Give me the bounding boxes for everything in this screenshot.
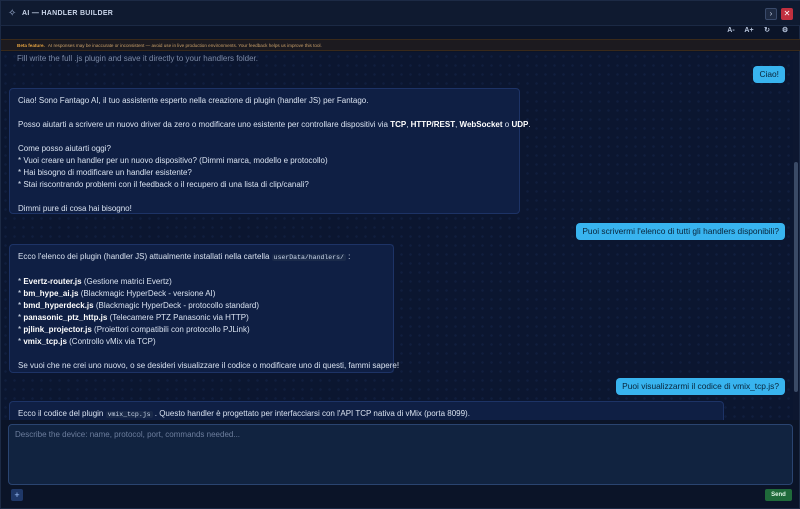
close-button[interactable]: ✕ (781, 8, 793, 20)
settings-icon[interactable]: ⚙ (779, 24, 791, 36)
collapse-button[interactable]: › (765, 8, 777, 20)
handler-builder-window: ✧ AI — HANDLER BUILDER › ✕ A- A+ ↻ ⚙ Bet… (0, 0, 800, 509)
ai-message: Ecco l'elenco dei plugin (handler JS) at… (9, 244, 400, 373)
beta-banner: Beta feature. AI responses may be inaccu… (1, 39, 800, 51)
refresh-icon[interactable]: ↻ (761, 24, 773, 36)
ai-text: Ciao! Sono Fantago AI, il tuo assistente… (18, 96, 369, 105)
chat-scrollbar[interactable] (793, 52, 799, 420)
ai-text: * Hai bisogno di modificare un handler e… (18, 168, 192, 177)
user-message: Puoi scrivermi l'elenco di tutti gli han… (576, 223, 785, 240)
beta-text: AI responses may be inaccurate or incons… (47, 42, 322, 48)
title-bar: ✧ AI — HANDLER BUILDER › ✕ (1, 1, 800, 26)
partial-message-line: Fill write the full .js plugin and save … (17, 54, 259, 63)
list-item: * Evertz-router.js (Gestione matrici Eve… (18, 277, 172, 286)
list-item: * bmd_hyperdeck.js (Blackmagic HyperDeck… (18, 301, 259, 310)
composer (8, 424, 793, 485)
list-item: * pjlink_projector.js (Proiettori compat… (18, 325, 250, 334)
list-item: * bm_hype_ai.js (Blackmagic HyperDeck - … (18, 289, 216, 298)
ai-text: * Vuoi creare un handler per un nuovo di… (18, 156, 328, 165)
beta-label: Beta feature. (17, 42, 45, 48)
list-item: * panasonic_ptz_http.js (Telecamere PTZ … (18, 313, 249, 322)
ai-text: Posso aiutarti a scrivere un nuovo drive… (18, 120, 531, 129)
ai-text: * Stai riscontrando problemi con il feed… (18, 180, 309, 189)
ai-message: Ecco il codice del plugin vmix_tcp.js . … (9, 401, 724, 420)
send-button[interactable]: Send (765, 489, 792, 501)
chat-history[interactable]: Fill write the full .js plugin and save … (1, 52, 795, 420)
sparkle-icon: ✧ (8, 7, 17, 19)
ai-text: Ecco l'elenco dei plugin (handler JS) at… (18, 252, 351, 261)
scrollbar-thumb[interactable] (794, 162, 798, 392)
add-attachment-button[interactable]: + (11, 489, 23, 501)
ai-text: Ecco il codice del plugin vmix_tcp.js . … (18, 409, 470, 418)
chat-toolbar: A- A+ ↻ ⚙ (725, 24, 791, 36)
font-decrease-button[interactable]: A- (725, 24, 737, 36)
font-increase-button[interactable]: A+ (743, 24, 755, 36)
window-title: AI — HANDLER BUILDER (22, 9, 114, 17)
ai-text: Dimmi pure di cosa hai bisogno! (18, 204, 132, 213)
ai-text: Se vuoi che ne crei uno nuovo, o se desi… (18, 361, 400, 370)
user-message: Ciao! (753, 66, 785, 83)
ai-message: Ciao! Sono Fantago AI, il tuo assistente… (9, 88, 531, 214)
list-item: * vmix_tcp.js (Controllo vMix via TCP) (18, 337, 156, 346)
message-input[interactable] (9, 425, 792, 484)
ai-text: Come posso aiutarti oggi? (18, 144, 111, 153)
user-message: Puoi visualizzarmi il codice di vmix_tcp… (616, 378, 785, 395)
